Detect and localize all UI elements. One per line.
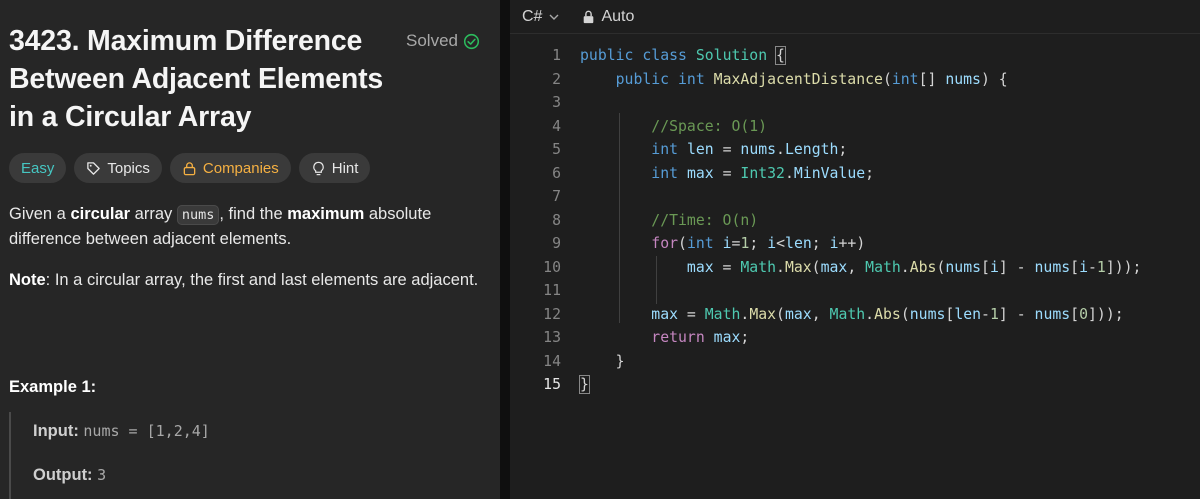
hint-button[interactable]: Hint xyxy=(298,153,371,183)
problem-note: Note: In a circular array, the first and… xyxy=(9,268,479,292)
line-number: 14 xyxy=(543,352,561,370)
desc-bold: circular xyxy=(70,205,131,223)
code-line: 15} xyxy=(510,373,1200,397)
chevron-down-icon xyxy=(549,14,559,20)
difficulty-label: Easy xyxy=(21,159,55,177)
code-line: 3 xyxy=(510,91,1200,115)
code-line: 1 public class Solution { xyxy=(510,44,1200,68)
example-input: Input: nums = [1,2,4] xyxy=(33,422,210,441)
auto-mode-indicator[interactable]: Auto xyxy=(582,8,634,26)
example-title: Example 1: xyxy=(9,378,97,396)
desc-text: , find the xyxy=(219,205,288,223)
language-label: C# xyxy=(522,7,543,25)
code-area[interactable]: 1 public class Solution { 2 public int Ma… xyxy=(510,44,1200,397)
code-text: return max; xyxy=(651,329,750,346)
line-number: 2 xyxy=(552,70,561,88)
output-label: Output: xyxy=(33,466,93,484)
desc-bold: maximum xyxy=(287,205,365,223)
lock-icon xyxy=(183,161,196,175)
code-line: 13 return max; xyxy=(510,326,1200,350)
companies-label: Companies xyxy=(202,159,279,177)
input-value: nums = [1,2,4] xyxy=(83,422,210,440)
line-number: 12 xyxy=(543,305,561,323)
tag-icon xyxy=(87,161,101,175)
code-line: 7 xyxy=(510,185,1200,209)
code-text: int len = nums.Length; xyxy=(651,141,848,158)
line-number: 6 xyxy=(552,164,561,182)
output-value: 3 xyxy=(97,466,107,484)
code-text: public class Solution { xyxy=(580,46,786,65)
line-number: 1 xyxy=(552,47,561,64)
check-circle-icon xyxy=(463,33,480,49)
line-number: 10 xyxy=(543,258,561,276)
code-text: } xyxy=(580,352,625,370)
input-label: Input: xyxy=(33,422,79,440)
line-number: 4 xyxy=(552,117,561,135)
code-line: 6 int max = Int32.MinValue; xyxy=(510,162,1200,186)
desc-text: Given a xyxy=(9,205,71,223)
code-line: 2 public int MaxAdjacentDistance(int[] n… xyxy=(510,68,1200,92)
code-line: 10 max = Math.Max(max, Math.Abs(nums[i] … xyxy=(510,256,1200,280)
line-number: 8 xyxy=(552,211,561,229)
solved-label: Solved xyxy=(406,31,458,50)
inline-code: nums xyxy=(176,205,220,225)
lightbulb-icon xyxy=(313,161,324,175)
code-line: 12 max = Math.Max(max, Math.Abs(nums[len… xyxy=(510,303,1200,327)
example-box: Input: nums = [1,2,4] Output: 3 xyxy=(9,412,479,499)
code-line: 9 for(int i=1; i<len; i++) xyxy=(510,232,1200,256)
difficulty-badge[interactable]: Easy xyxy=(9,153,67,183)
solved-status: Solved xyxy=(406,31,480,51)
line-number: 7 xyxy=(552,188,561,205)
line-number: 5 xyxy=(552,141,561,158)
code-text: max = Math.Max(max, Math.Abs(nums[len-1]… xyxy=(651,305,1124,323)
note-text: : In a circular array, the first and las… xyxy=(45,271,479,289)
companies-button[interactable]: Companies xyxy=(169,153,291,183)
lock-icon xyxy=(584,10,594,23)
mode-label: Auto xyxy=(601,7,635,25)
code-line: 4 //Space: O(1) xyxy=(510,115,1200,139)
code-text: for(int i=1; i<len; i++) xyxy=(651,235,866,252)
code-editor-panel: C# Auto 1 public class Solution { 2 publi… xyxy=(510,0,1200,499)
hint-label: Hint xyxy=(331,159,359,177)
code-text: } xyxy=(579,375,590,394)
problem-title: 3423. Maximum Difference Between Adjacen… xyxy=(9,25,384,133)
topics-button[interactable]: Topics xyxy=(74,153,162,183)
panel-resize-handle[interactable] xyxy=(500,0,510,499)
desc-text: array xyxy=(130,205,177,223)
editor-toolbar: C# Auto xyxy=(510,0,1200,34)
line-number: 3 xyxy=(552,94,561,111)
code-line: 5 int len = nums.Length; xyxy=(510,138,1200,162)
code-text: //Space: O(1) xyxy=(651,117,768,135)
code-text: max = Math.Max(max, Math.Abs(nums[i] - n… xyxy=(686,258,1142,276)
topics-label: Topics xyxy=(107,159,150,177)
code-text: //Time: O(n) xyxy=(651,211,759,229)
line-number: 15 xyxy=(543,376,561,393)
code-text: int max = Int32.MinValue; xyxy=(651,164,875,182)
code-line: 14 } xyxy=(510,350,1200,374)
line-number: 11 xyxy=(543,282,561,299)
tag-row: Easy Topics Companies Hint xyxy=(9,153,371,183)
line-number: 9 xyxy=(552,235,561,252)
code-line: 11 xyxy=(510,279,1200,303)
problem-description: Given a circular array nums, find the ma… xyxy=(9,202,479,251)
example-output: Output: 3 xyxy=(33,466,106,485)
line-number: 13 xyxy=(543,329,561,346)
code-line: 8 //Time: O(n) xyxy=(510,209,1200,233)
code-text: public int MaxAdjacentDistance(int[] num… xyxy=(615,70,1008,88)
note-label: Note xyxy=(9,271,46,289)
language-selector[interactable]: C# xyxy=(522,8,560,26)
description-panel: 3423. Maximum Difference Between Adjacen… xyxy=(0,0,500,499)
